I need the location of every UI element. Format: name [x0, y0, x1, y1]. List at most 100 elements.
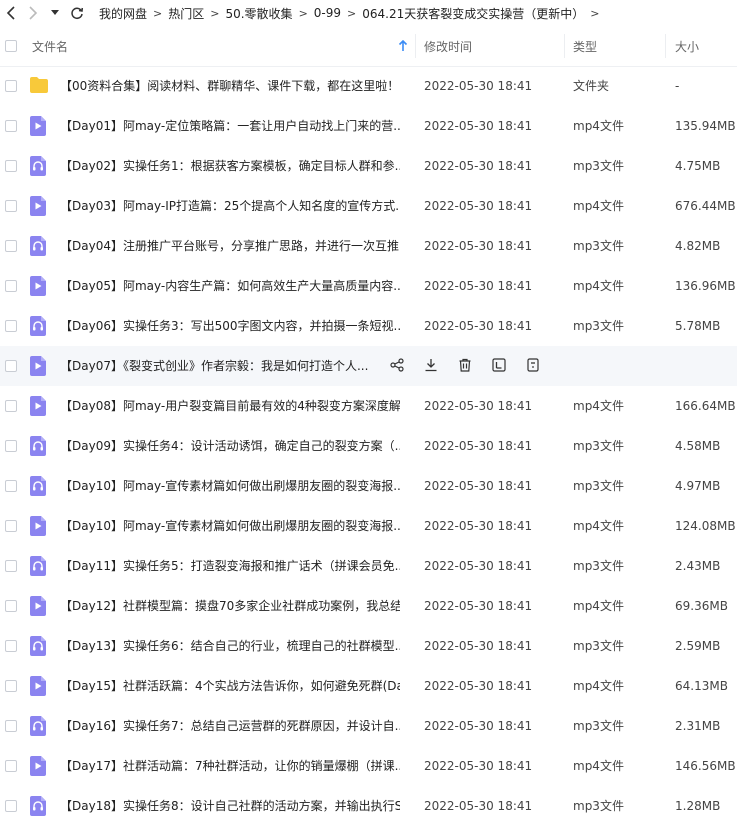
file-name[interactable]: 【Day06】实操任务3：写出500字图文内容，并拍摄一条短视... [60, 318, 400, 334]
file-row[interactable]: 【Day15】社群活跃篇：4个实战方法告诉你，如何避免死群(Da... 2022-… [0, 666, 737, 706]
file-name[interactable]: 【Day05】阿may-内容生产篇：如何高效生产大量高质量内容... [60, 278, 400, 294]
row-checkbox[interactable] [5, 160, 17, 172]
column-header-time[interactable]: 修改时间 [424, 38, 472, 55]
file-row[interactable]: 【Day10】阿may-宣传素材篇如何做出刷爆朋友圈的裂变海报... 2022-0… [0, 506, 737, 546]
file-size: 136.96MB [675, 279, 736, 293]
file-size: 4.58MB [675, 439, 721, 453]
row-checkbox[interactable] [5, 200, 17, 212]
file-row[interactable]: 【Day12】社群模型篇：摸盘70多家企业社群成功案例，我总结... 2022-0… [0, 586, 737, 626]
audio-file-icon [29, 556, 47, 576]
file-row[interactable]: 【Day07】《裂变式创业》作者宗毅：我是如何打造个人... [0, 346, 737, 386]
row-checkbox[interactable] [5, 600, 17, 612]
file-row[interactable]: 【Day03】阿may-IP打造篇：25个提高个人知名度的宣传方式... 2022… [0, 186, 737, 226]
file-modified-time: 2022-05-30 18:41 [424, 719, 533, 733]
file-name[interactable]: 【Day12】社群模型篇：摸盘70多家企业社群成功案例，我总结... [60, 598, 400, 614]
file-name[interactable]: 【Day18】实操任务8：设计自己社群的活动方案，并输出执行S... [60, 798, 400, 814]
sort-ascending-icon[interactable] [398, 40, 408, 52]
row-checkbox[interactable] [5, 680, 17, 692]
row-checkbox[interactable] [5, 320, 17, 332]
row-checkbox[interactable] [5, 560, 17, 572]
file-name[interactable]: 【Day10】阿may-宣传素材篇如何做出刷爆朋友圈的裂变海报... [60, 518, 400, 534]
file-row[interactable]: 【Day02】实操任务1：根据获客方案模板，确定目标人群和参... 2022-05… [0, 146, 737, 186]
file-name[interactable]: 【Day15】社群活跃篇：4个实战方法告诉你，如何避免死群(Da... [60, 678, 400, 694]
file-row[interactable]: 【Day01】阿may-定位策略篇：一套让用户自动找上门来的营... 2022-0… [0, 106, 737, 146]
trash-button[interactable] [456, 357, 474, 375]
video-file-icon [29, 276, 47, 296]
row-checkbox[interactable] [5, 120, 17, 132]
file-name[interactable]: 【Day04】注册推广平台账号，分享推广思路，并进行一次互推... [60, 238, 400, 254]
file-modified-time: 2022-05-30 18:41 [424, 799, 533, 813]
file-name[interactable]: 【Day01】阿may-定位策略篇：一套让用户自动找上门来的营... [60, 118, 400, 134]
file-size: 4.97MB [675, 479, 721, 493]
breadcrumb-item[interactable]: 50.零散收集 [225, 5, 292, 22]
download-icon [424, 358, 438, 375]
file-size: 2.31MB [675, 719, 721, 733]
share-button[interactable] [388, 357, 406, 375]
breadcrumb-separator-icon: > [153, 6, 163, 20]
row-checkbox[interactable] [5, 720, 17, 732]
row-checkbox[interactable] [5, 800, 17, 812]
breadcrumb: 我的网盘 > 热门区 >50.零散收集 >0-99 >064.21天获客裂变成交实操营（更… [96, 5, 602, 22]
row-checkbox[interactable] [5, 360, 17, 372]
file-size: 4.82MB [675, 239, 721, 253]
file-list-header: 文件名 修改时间 类型 大小 [0, 26, 737, 67]
back-button[interactable] [0, 0, 22, 26]
row-checkbox[interactable] [5, 280, 17, 292]
file-name[interactable]: 【Day02】实操任务1：根据获客方案模板，确定目标人群和参... [60, 158, 400, 174]
more-button[interactable] [524, 357, 542, 375]
row-checkbox[interactable] [5, 760, 17, 772]
file-row[interactable]: 【Day11】实操任务5：打造裂变海报和推广话术（拼课会员免... 2022-05… [0, 546, 737, 586]
file-list: 【00资料合集】阅读材料、群聊精华、课件下载，都在这里啦！ 2022-05-30 … [0, 66, 737, 826]
file-name[interactable]: 【Day08】阿may-用户裂变篇目前最有效的4种裂变方案深度解... [60, 398, 400, 414]
file-type: mp4文件 [573, 279, 624, 293]
breadcrumb-item[interactable]: 064.21天获客裂变成交实操营（更新中） [362, 5, 584, 22]
row-checkbox[interactable] [5, 640, 17, 652]
row-checkbox[interactable] [5, 480, 17, 492]
file-row[interactable]: 【Day04】注册推广平台账号，分享推广思路，并进行一次互推... 2022-05… [0, 226, 737, 266]
file-row[interactable]: 【Day13】实操任务6：结合自己的行业，梳理自己的社群模型... 2022-05… [0, 626, 737, 666]
column-header-size[interactable]: 大小 [675, 38, 699, 55]
row-checkbox[interactable] [5, 440, 17, 452]
file-row[interactable]: 【00资料合集】阅读材料、群聊精华、课件下载，都在这里啦！ 2022-05-30 … [0, 66, 737, 106]
row-checkbox[interactable] [5, 80, 17, 92]
file-row[interactable]: 【Day09】实操任务4：设计活动诱饵，确定自己的裂变方案（... 2022-05… [0, 426, 737, 466]
file-name[interactable]: 【Day11】实操任务5：打造裂变海报和推广话术（拼课会员免... [60, 558, 400, 574]
file-name[interactable]: 【Day09】实操任务4：设计活动诱饵，确定自己的裂变方案（... [60, 438, 400, 454]
audio-file-icon [29, 316, 47, 336]
rename-button[interactable] [490, 357, 508, 375]
forward-button[interactable] [22, 0, 44, 26]
file-name[interactable]: 【Day10】阿may-宣传素材篇如何做出刷爆朋友圈的裂变海报... [60, 478, 400, 494]
breadcrumb-item[interactable]: 0-99 [314, 6, 341, 20]
column-header-name[interactable]: 文件名 [32, 38, 68, 55]
file-row[interactable]: 【Day05】阿may-内容生产篇：如何高效生产大量高质量内容... 2022-0… [0, 266, 737, 306]
file-name[interactable]: 【00资料合集】阅读材料、群聊精华、课件下载，都在这里啦！ [60, 78, 400, 94]
select-all-checkbox[interactable] [5, 40, 17, 52]
audio-file-icon [29, 156, 47, 176]
file-row[interactable]: 【Day06】实操任务3：写出500字图文内容，并拍摄一条短视... 2022-0… [0, 306, 737, 346]
file-name[interactable]: 【Day13】实操任务6：结合自己的行业，梳理自己的社群模型... [60, 638, 400, 654]
file-row[interactable]: 【Day08】阿may-用户裂变篇目前最有效的4种裂变方案深度解... 2022-… [0, 386, 737, 426]
file-row[interactable]: 【Day17】社群活动篇：7种社群活动，让你的销量爆棚（拼课... 2022-05… [0, 746, 737, 786]
file-name[interactable]: 【Day16】实操任务7：总结自己运营群的死群原因，并设计自... [60, 718, 400, 734]
breadcrumb-item[interactable]: 我的网盘 [99, 5, 147, 22]
file-size: 676.44MB [675, 199, 736, 213]
column-header-type[interactable]: 类型 [573, 38, 597, 55]
row-checkbox[interactable] [5, 240, 17, 252]
breadcrumb-item[interactable]: 热门区 [168, 5, 204, 22]
file-modified-time: 2022-05-30 18:41 [424, 599, 533, 613]
file-type: mp3文件 [573, 239, 624, 253]
history-dropdown-button[interactable] [44, 0, 66, 26]
file-name[interactable]: 【Day07】《裂变式创业》作者宗毅：我是如何打造个人... [60, 358, 400, 374]
refresh-button[interactable] [66, 0, 88, 26]
file-type: mp3文件 [573, 639, 624, 653]
file-row[interactable]: 【Day18】实操任务8：设计自己社群的活动方案，并输出执行S... 2022-0… [0, 786, 737, 826]
file-type: mp4文件 [573, 399, 624, 413]
file-name[interactable]: 【Day17】社群活动篇：7种社群活动，让你的销量爆棚（拼课... [60, 758, 400, 774]
file-modified-time: 2022-05-30 18:41 [424, 119, 533, 133]
row-checkbox[interactable] [5, 400, 17, 412]
file-name[interactable]: 【Day03】阿may-IP打造篇：25个提高个人知名度的宣传方式... [60, 198, 400, 214]
download-button[interactable] [422, 357, 440, 375]
row-checkbox[interactable] [5, 520, 17, 532]
file-row[interactable]: 【Day10】阿may-宣传素材篇如何做出刷爆朋友圈的裂变海报... 2022-0… [0, 466, 737, 506]
file-row[interactable]: 【Day16】实操任务7：总结自己运营群的死群原因，并设计自... 2022-05… [0, 706, 737, 746]
